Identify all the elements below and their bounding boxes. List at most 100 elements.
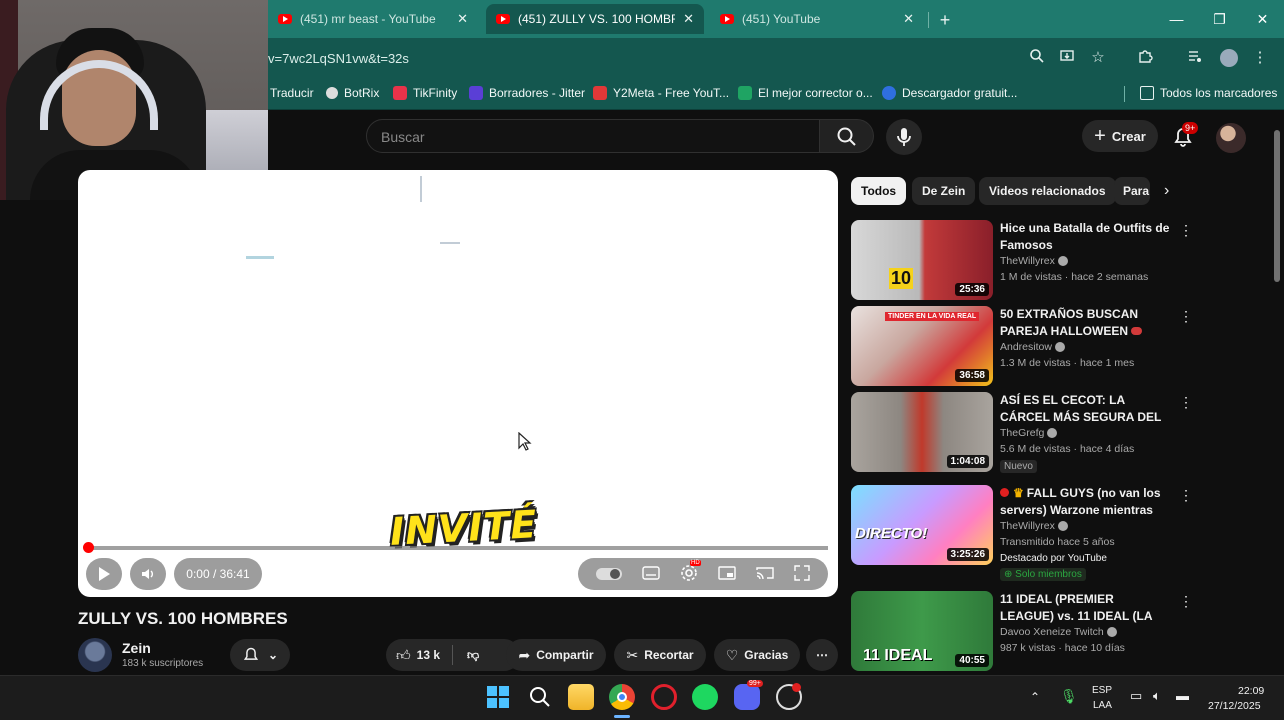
video-title[interactable]: ♛ FALL GUYS (no van los servers) Warzone … xyxy=(1000,485,1170,519)
chip-videos-relacionados[interactable]: Videos relacionados xyxy=(979,177,1116,205)
clock-time[interactable]: 22:09 xyxy=(1238,685,1264,697)
zoom-icon[interactable] xyxy=(1027,48,1047,68)
windows-start-icon[interactable] xyxy=(485,684,511,710)
bookmark-descargador[interactable]: Descargador gratuit... xyxy=(882,86,1017,100)
subscribed-bell-button[interactable]: ⌄ xyxy=(230,639,290,671)
tab-youtube[interactable]: (451) YouTube ✕ xyxy=(710,4,924,34)
account-avatar[interactable] xyxy=(1216,123,1246,153)
discord-icon[interactable]: 99+ xyxy=(734,680,763,710)
video-thumbnail[interactable]: 10 25:36 xyxy=(851,220,993,300)
autoplay-toggle-icon[interactable] xyxy=(596,568,622,580)
tab-zully-vs-100-hombres[interactable]: (451) ZULLY VS. 100 HOMBRES ✕ xyxy=(486,4,704,34)
miniplayer-icon[interactable] xyxy=(718,565,736,583)
recommendation-item[interactable]: DIRECTO! 3:25:26 ♛ FALL GUYS (no van los … xyxy=(851,485,1193,581)
subtitles-icon[interactable] xyxy=(642,565,660,583)
video-title[interactable]: Hice una Batalla de Outfits de Famosos xyxy=(1000,220,1170,254)
cast-icon[interactable] xyxy=(756,566,774,583)
bookmark-corrector[interactable]: El mejor corrector o... xyxy=(738,86,873,100)
close-tab-icon[interactable]: ✕ xyxy=(683,11,694,27)
opera-icon[interactable] xyxy=(651,684,677,710)
settings-gear-icon[interactable]: HD xyxy=(680,559,701,585)
battery-icon[interactable]: ▬ xyxy=(1176,688,1189,703)
video-title[interactable]: 50 EXTRAÑOS BUSCAN PAREJA HALLOWEEN xyxy=(1000,306,1170,340)
video-thumbnail[interactable]: DIRECTO! 3:25:26 xyxy=(851,485,993,565)
new-tab-icon[interactable]: + xyxy=(934,9,956,31)
recommendation-item[interactable]: 10 25:36 Hice una Batalla de Outfits de … xyxy=(851,220,1193,302)
more-actions-button[interactable]: ⋯ xyxy=(806,639,838,671)
channel-avatar[interactable] xyxy=(78,638,112,672)
chip-para[interactable]: Para xyxy=(1114,177,1150,205)
network-icon[interactable]: ▭ xyxy=(1130,688,1142,704)
language-indicator-bottom[interactable]: LAA xyxy=(1093,700,1112,711)
bookmark-star-icon[interactable]: ☆ xyxy=(1088,48,1108,68)
video-title[interactable]: ASÍ ES EL CECOT: LA CÁRCEL MÁS SEGURA DE… xyxy=(1000,392,1170,426)
close-tab-icon[interactable]: ✕ xyxy=(457,11,468,27)
bookmark-traducir[interactable]: Traducir xyxy=(270,86,314,100)
progress-scrubber[interactable] xyxy=(83,542,94,553)
video-thumbnail[interactable]: TINDER EN LA VIDA REAL 36:58 xyxy=(851,306,993,386)
more-options-icon[interactable]: ⋮ xyxy=(1179,593,1193,610)
clip-button[interactable]: ✂ Recortar xyxy=(614,639,706,671)
tray-overflow-icon[interactable]: ⌃ xyxy=(1030,690,1040,704)
create-button[interactable]: + Crear xyxy=(1082,120,1158,152)
more-options-icon[interactable]: ⋮ xyxy=(1179,487,1193,504)
channel-name[interactable]: Andresitow xyxy=(1000,341,1065,353)
obs-record-icon[interactable] xyxy=(776,683,802,710)
progress-bar[interactable] xyxy=(88,546,828,550)
thumbnail-badge: 11 IDEAL xyxy=(863,647,933,664)
scrollbar-thumb[interactable] xyxy=(1274,130,1280,282)
recommendation-item[interactable]: TINDER EN LA VIDA REAL 36:58 50 EXTRAÑOS… xyxy=(851,306,1193,388)
url-field[interactable]: v=7wc2LqSN1vw&t=32s xyxy=(268,51,409,66)
close-tab-icon[interactable]: ✕ xyxy=(903,11,914,27)
all-bookmarks[interactable]: Todos los marcadores xyxy=(1140,86,1277,100)
chrome-icon[interactable] xyxy=(609,684,635,710)
video-title[interactable]: 11 IDEAL (PREMIER LEAGUE) vs. 11 IDEAL (… xyxy=(1000,591,1170,625)
taskbar-search-icon[interactable] xyxy=(527,684,553,710)
bookmark-botrix[interactable]: BotRix xyxy=(326,86,379,100)
video-thumbnail[interactable]: 1:04:08 xyxy=(851,392,993,472)
install-app-icon[interactable] xyxy=(1057,48,1077,68)
maximize-icon[interactable]: ❐ xyxy=(1198,0,1241,38)
channel-name[interactable]: Davoo Xeneize Twitch xyxy=(1000,626,1117,638)
search-input[interactable]: Buscar xyxy=(366,119,820,153)
tab-mr-beast[interactable]: (451) mr beast - YouTube ✕ xyxy=(268,4,478,34)
menu-kebab-icon[interactable]: ⋮ xyxy=(1250,48,1270,68)
recommendation-item[interactable]: 1:04:08 ASÍ ES EL CECOT: LA CÁRCEL MÁS S… xyxy=(851,392,1193,474)
like-button[interactable]: 👍︎ 13 k xyxy=(396,647,440,664)
extensions-icon[interactable] xyxy=(1135,48,1155,68)
share-button[interactable]: ➦ Compartir xyxy=(506,639,606,671)
close-window-icon[interactable]: ✕ xyxy=(1241,0,1284,38)
more-options-icon[interactable]: ⋮ xyxy=(1179,222,1193,239)
more-options-icon[interactable]: ⋮ xyxy=(1179,308,1193,325)
channel-name[interactable]: TheWillyrex xyxy=(1000,520,1068,532)
language-indicator-top[interactable]: ESP xyxy=(1092,685,1112,696)
channel-name[interactable]: TheGrefg xyxy=(1000,427,1058,439)
recommendation-item[interactable]: 11 IDEAL 40:55 11 IDEAL (PREMIER LEAGUE)… xyxy=(851,591,1193,673)
chip-todos[interactable]: Todos xyxy=(851,177,907,205)
minimize-icon[interactable]: — xyxy=(1155,0,1198,38)
channel-name[interactable]: Zein xyxy=(122,640,151,656)
volume-button[interactable] xyxy=(130,558,166,590)
profile-avatar-icon[interactable] xyxy=(1220,49,1238,67)
channel-name[interactable]: TheWillyrex xyxy=(1000,255,1068,267)
chevron-right-icon[interactable]: › xyxy=(1164,182,1169,200)
more-options-icon[interactable]: ⋮ xyxy=(1179,394,1193,411)
search-button[interactable] xyxy=(820,119,874,153)
speaker-icon[interactable]: 🔈︎ xyxy=(1153,688,1161,704)
file-explorer-icon[interactable] xyxy=(568,684,594,710)
bookmark-y2meta[interactable]: Y2Meta - Free YouT... xyxy=(593,86,729,100)
voice-search-button[interactable] xyxy=(886,119,922,155)
thumbs-down-icon[interactable]: 👎︎ xyxy=(467,648,479,663)
bookmark-tikfinity[interactable]: TikFinity xyxy=(393,86,457,100)
fullscreen-icon[interactable] xyxy=(794,564,810,584)
play-button[interactable] xyxy=(86,558,122,590)
clock-date[interactable]: 27/12/2025 xyxy=(1208,700,1261,712)
video-thumbnail[interactable]: 11 IDEAL 40:55 xyxy=(851,591,993,671)
microphone-icon xyxy=(897,128,911,146)
media-control-icon[interactable] xyxy=(1185,48,1205,68)
chip-de-zein[interactable]: De Zein xyxy=(912,177,976,205)
bookmark-jitter[interactable]: Borradores - Jitter xyxy=(469,86,585,100)
thanks-button[interactable]: ♡ Gracias xyxy=(714,639,800,671)
microphone-tray-icon[interactable]: 🎙︎ xyxy=(1060,688,1078,705)
spotify-icon[interactable] xyxy=(692,684,718,710)
